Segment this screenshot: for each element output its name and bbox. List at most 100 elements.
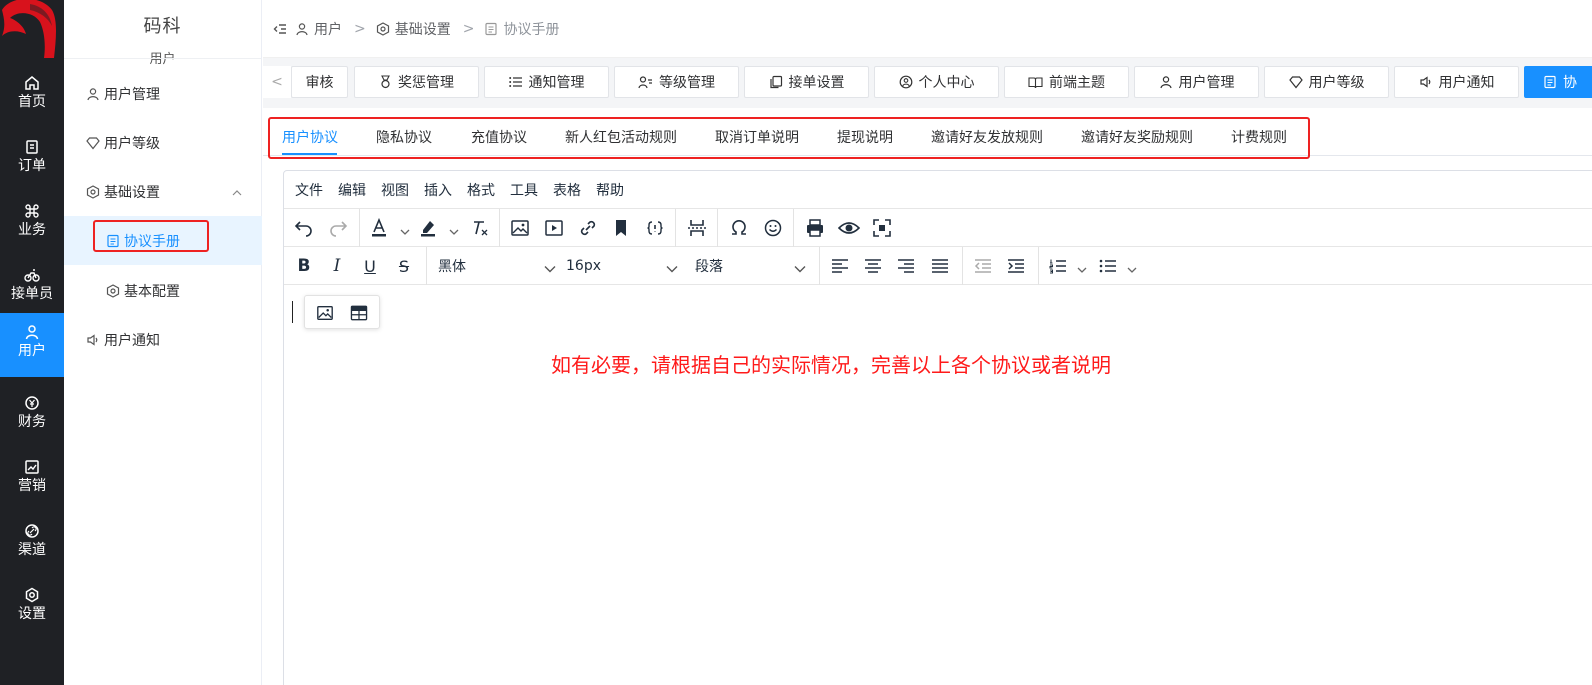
main-rail: 首页 订单 业务 接单员 用户 财务 营销 渠道 设置 xyxy=(0,0,64,685)
redo-icon[interactable] xyxy=(323,213,353,243)
rail-item-order[interactable]: 订单 xyxy=(0,128,64,192)
bike-icon xyxy=(0,267,64,283)
chevron-down-icon[interactable] xyxy=(1127,259,1137,278)
italic-button[interactable]: I xyxy=(322,251,352,281)
collapse-menu-icon[interactable] xyxy=(273,22,287,36)
toolbar-separator xyxy=(819,247,820,285)
link-icon xyxy=(0,523,64,539)
tag-user-notice[interactable]: 用户通知 xyxy=(1394,66,1519,98)
bold-button[interactable]: B xyxy=(289,251,319,281)
menu-view[interactable]: 视图 xyxy=(381,180,409,200)
rail-item-courier[interactable]: 接单员 xyxy=(0,256,64,320)
menu-tools[interactable]: 工具 xyxy=(510,180,538,200)
quick-table-icon[interactable] xyxy=(346,300,372,326)
rail-item-home[interactable]: 首页 xyxy=(0,64,64,128)
user-list-icon xyxy=(638,75,653,89)
tag-personal-center[interactable]: 个人中心 xyxy=(874,66,999,98)
book-icon xyxy=(1028,76,1043,89)
indent-icon[interactable] xyxy=(1001,251,1031,281)
insert-image-icon[interactable] xyxy=(505,213,535,243)
submenu-item-user-management[interactable]: 用户管理 xyxy=(64,69,262,118)
rail-item-user[interactable]: 用户 xyxy=(0,313,64,377)
submenu-item-user-level[interactable]: 用户等级 xyxy=(64,118,262,167)
submenu-item-basic-settings[interactable]: 基础设置 xyxy=(64,167,262,216)
rail-item-business[interactable]: 业务 xyxy=(0,192,64,256)
toolbar-separator xyxy=(717,209,718,247)
rail-item-settings[interactable]: 设置 xyxy=(0,576,64,640)
document-icon xyxy=(484,22,498,36)
menu-edit[interactable]: 编辑 xyxy=(338,180,366,200)
home-icon xyxy=(0,75,64,91)
breadcrumb-item-basic-settings[interactable]: 基础设置 xyxy=(376,19,451,39)
quick-image-icon[interactable] xyxy=(312,300,338,326)
align-justify-icon[interactable] xyxy=(925,251,955,281)
highlight-box xyxy=(268,117,1310,159)
toolbar-separator xyxy=(359,209,360,247)
block-format-select[interactable]: 段落 xyxy=(695,251,808,281)
clear-format-icon[interactable] xyxy=(465,213,495,243)
page-break-icon[interactable] xyxy=(682,213,712,243)
special-char-icon[interactable] xyxy=(724,213,754,243)
tag-order-settings[interactable]: 接单设置 xyxy=(744,66,869,98)
bookmark-icon[interactable] xyxy=(606,213,636,243)
editor-toolbar-2: B I U S 黑体 16px 段落 xyxy=(284,247,1592,285)
toolbar-separator xyxy=(1038,247,1039,285)
chevron-down-icon[interactable] xyxy=(1077,259,1087,278)
menu-insert[interactable]: 插入 xyxy=(424,180,452,200)
gear-icon xyxy=(0,587,64,603)
emoji-icon[interactable] xyxy=(758,213,788,243)
submenu-item-basic-config[interactable]: 基本配置 xyxy=(64,266,262,315)
undo-icon[interactable] xyxy=(289,213,319,243)
highlight-color-icon[interactable] xyxy=(413,213,443,243)
menu-file[interactable]: 文件 xyxy=(295,180,323,200)
menu-table[interactable]: 表格 xyxy=(553,180,581,200)
chevron-up-icon[interactable] xyxy=(232,185,242,201)
chart-icon xyxy=(0,459,64,475)
align-right-icon[interactable] xyxy=(891,251,921,281)
rail-item-marketing[interactable]: 营销 xyxy=(0,448,64,512)
submenu-item-user-notice[interactable]: 用户通知 xyxy=(64,315,262,364)
toolbar-separator xyxy=(793,209,794,247)
document-icon xyxy=(1543,75,1557,89)
toolbar-separator xyxy=(499,209,500,247)
align-left-icon[interactable] xyxy=(825,251,855,281)
tags-scroll-left-button[interactable]: < xyxy=(263,66,291,98)
editor-content-area[interactable]: 如有必要，请根据自己的实际情况，完善以上各个协议或者说明 xyxy=(284,285,1592,685)
breadcrumb-item-user[interactable]: 用户 xyxy=(295,19,342,39)
breadcrumb-separator: > xyxy=(354,20,366,37)
tag-user-level[interactable]: 用户等级 xyxy=(1264,66,1389,98)
breadcrumb-separator: > xyxy=(462,20,475,37)
chevron-down-icon xyxy=(666,261,678,277)
chevron-down-icon[interactable] xyxy=(449,221,459,240)
link-icon[interactable] xyxy=(573,213,603,243)
text-color-icon[interactable] xyxy=(364,213,394,243)
print-icon[interactable] xyxy=(800,213,830,243)
underline-button[interactable]: U xyxy=(355,251,385,281)
tag-review[interactable]: 审核 xyxy=(291,66,348,98)
copy-icon xyxy=(769,75,783,89)
tag-level-management[interactable]: 等级管理 xyxy=(614,66,739,98)
code-sample-icon[interactable] xyxy=(640,213,670,243)
menu-format[interactable]: 格式 xyxy=(467,180,495,200)
tag-frontend-theme[interactable]: 前端主题 xyxy=(1004,66,1129,98)
numbered-list-icon[interactable] xyxy=(1043,251,1073,281)
font-size-select[interactable]: 16px xyxy=(566,251,680,281)
user-icon xyxy=(295,22,309,36)
menu-help[interactable]: 帮助 xyxy=(596,180,624,200)
breadcrumb-item-current: 协议手册 xyxy=(484,19,559,39)
rail-item-channel[interactable]: 渠道 xyxy=(0,512,64,576)
chevron-down-icon[interactable] xyxy=(400,221,410,240)
tag-user-management[interactable]: 用户管理 xyxy=(1134,66,1259,98)
outdent-icon[interactable] xyxy=(968,251,998,281)
insert-media-icon[interactable] xyxy=(539,213,569,243)
strikethrough-button[interactable]: S xyxy=(389,251,419,281)
tag-agreement-manual[interactable]: 协 xyxy=(1524,66,1592,98)
tag-notice-management[interactable]: 通知管理 xyxy=(484,66,609,98)
preview-icon[interactable] xyxy=(834,213,864,243)
tag-reward-punish[interactable]: 奖惩管理 xyxy=(354,66,479,98)
font-family-select[interactable]: 黑体 xyxy=(438,251,558,281)
bullet-list-icon[interactable] xyxy=(1093,251,1123,281)
rail-item-finance[interactable]: 财务 xyxy=(0,384,64,448)
align-center-icon[interactable] xyxy=(858,251,888,281)
fullscreen-icon[interactable] xyxy=(867,213,897,243)
